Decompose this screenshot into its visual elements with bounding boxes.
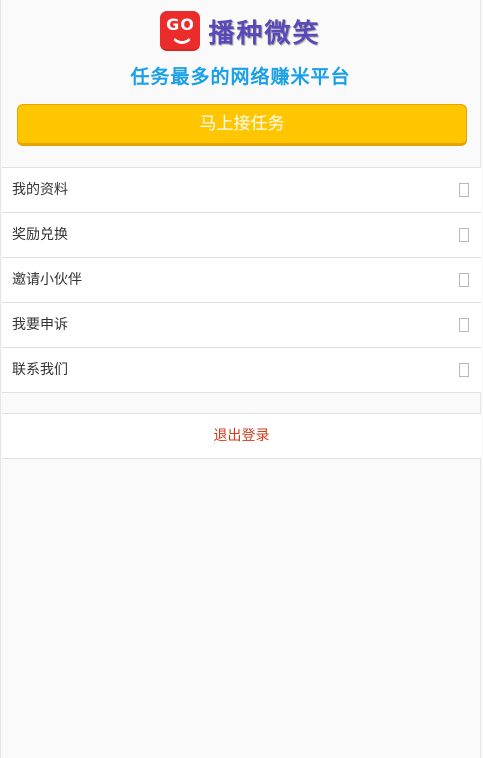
menu-item-label: 奖励兑换 (12, 227, 68, 243)
menu-item-label: 邀请小伙伴 (12, 272, 82, 288)
menu-item-rewards[interactable]: 奖励兑换 (2, 213, 481, 258)
chevron-right-icon (459, 363, 469, 377)
chevron-right-icon (459, 183, 469, 197)
smile-icon (171, 32, 194, 44)
chevron-right-icon (459, 318, 469, 332)
menu-item-appeal[interactable]: 我要申诉 (2, 303, 481, 348)
logo-icon: GO (160, 11, 201, 51)
chevron-right-icon (459, 273, 469, 287)
app-page: GO 播种微笑 任务最多的网络赚米平台 马上接任务 我的资料 奖励兑换 邀请小伙… (0, 0, 481, 758)
brand-header: GO 播种微笑 (1, 10, 480, 52)
menu-item-label: 我的资料 (12, 182, 68, 198)
tagline: 任务最多的网络赚米平台 (130, 66, 351, 88)
chevron-right-icon (459, 228, 469, 242)
menu-item-label: 我要申诉 (12, 317, 68, 333)
menu-item-invite[interactable]: 邀请小伙伴 (2, 258, 481, 303)
logout-button[interactable]: 退出登录 (2, 413, 481, 459)
accept-task-button[interactable]: 马上接任务 (17, 104, 467, 146)
brand-name: 播种微笑 (208, 18, 321, 49)
menu-item-label: 联系我们 (12, 362, 68, 378)
menu-list: 我的资料 奖励兑换 邀请小伙伴 我要申诉 联系我们 (2, 167, 481, 393)
menu-item-contact[interactable]: 联系我们 (2, 348, 481, 393)
menu-item-profile[interactable]: 我的资料 (2, 168, 481, 213)
